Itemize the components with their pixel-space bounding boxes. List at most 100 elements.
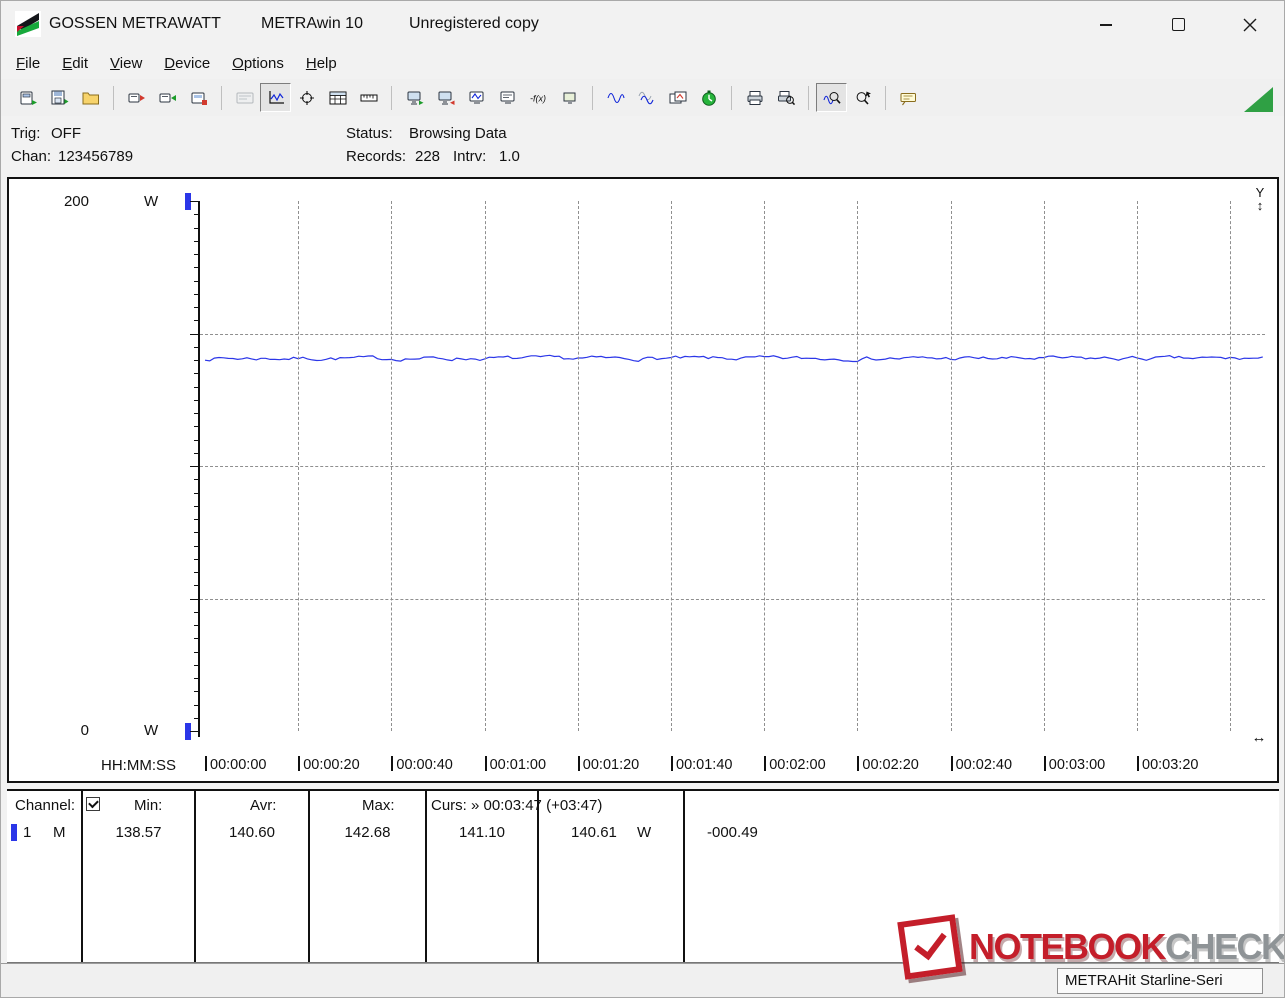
x-axis-tick-label: 00:02:00 [769,757,826,773]
chart-view-button[interactable] [260,83,291,112]
gridline-vertical [1137,201,1138,731]
chart-area[interactable]: 200 W 0 W HH:MM:SS Y ↕ ↔ 00:00:00 00:00:2… [7,177,1279,783]
y-axis-tick [194,545,198,547]
y-axis-tick [194,505,198,507]
table-divider [683,791,685,962]
x-axis-tick [205,756,207,771]
online-input-button[interactable] [430,83,461,112]
resize-corner-icon [1244,87,1273,112]
menu-device[interactable]: Device [153,50,221,77]
save-data-button[interactable] [44,83,75,112]
x-axis-tick [764,756,767,771]
y-max-label: 200 [63,193,89,210]
minimize-button[interactable] [1083,1,1129,48]
x-axis-tick [671,756,673,771]
online-chart-button[interactable] [461,83,492,112]
y-axis-tick [194,413,198,414]
col-header-channel: Channel: [15,797,76,814]
x-axis-tick-label: 00:02:40 [955,757,1013,773]
close-button[interactable] [1227,1,1273,48]
menu-help[interactable]: Help [295,50,348,77]
timer-button[interactable] [693,83,724,112]
y-axis-tick [190,598,198,600]
menu-options[interactable]: Options [221,50,295,77]
x-zoom-arrow-icon: ↔ [1251,729,1267,746]
y-axis-tick [194,360,198,361]
watermark-text: NOTEBOOKCHECK [969,929,1284,965]
online-output-button[interactable] [399,83,430,112]
y-axis-tick [194,704,198,706]
y-axis-tick [194,492,198,494]
menu-edit[interactable]: Edit [51,50,99,77]
table-divider [537,791,539,962]
col-header-max: Max: [362,797,395,814]
status-value: Browsing Data [409,125,507,142]
svg-text:-f(x): -f(x) [530,93,546,103]
y-axis-tick [194,585,198,587]
cursor-crosshair-button[interactable] [291,83,322,112]
table-view-button[interactable] [322,83,353,112]
channel-mode: M [53,824,66,841]
y-axis-tick [194,678,198,679]
print-button[interactable] [739,83,770,112]
table-divider [308,791,310,962]
y-axis-tick [194,280,198,282]
formula-button[interactable]: -f(x) [523,83,554,112]
send-to-device-button[interactable] [121,83,152,112]
compare-charts-button[interactable] [662,83,693,112]
status-label: Status: [346,125,393,142]
envelope-button[interactable] [631,83,662,112]
toolbar: -f(x) [1,79,1284,117]
y-axis-tick [194,386,198,388]
open-file-button[interactable] [75,83,106,112]
gridline-vertical [1230,201,1232,731]
title-bar: GOSSEN METRAWATT METRAwin 10 Unregistere… [1,1,1284,48]
table-divider [194,791,196,962]
menu-file[interactable]: File [5,50,51,77]
y-axis-tick [194,214,198,216]
monitor-small-button[interactable] [554,83,585,112]
live-unit: W [637,824,652,841]
x-axis-tick-label: 00:02:20 [862,757,919,773]
waveform-button[interactable] [600,83,631,112]
zoom-select-button[interactable] [847,83,878,112]
gridline-vertical [950,201,952,731]
table-divider [425,791,427,962]
maximize-button[interactable] [1155,1,1201,48]
x-axis-zoom-handle[interactable]: ↔ [1249,729,1269,746]
device-memory-button[interactable] [183,83,214,112]
y-axis-zoom-handle[interactable]: Y ↕ [1250,186,1270,212]
print-preview-button[interactable] [770,83,801,112]
gridline-horizontal [200,333,1265,335]
menu-view[interactable]: View [99,50,153,77]
live-value: 140.61 [571,824,617,841]
channel-number: 1 [23,824,32,841]
y-axis-tick [194,240,198,242]
notebookcheck-watermark: NOTEBOOKCHECK [897,914,1284,980]
col-header-min: Min: [134,797,163,814]
y-min-label: 0 [80,722,89,739]
chan-value: 123456789 [58,148,134,165]
program-title: METRAwin 10 [261,15,363,32]
power-trace-line [204,354,1263,363]
app-title: GOSSEN METRAWATT [49,15,221,32]
load-from-device-button[interactable] [13,83,44,112]
y-axis-tick [194,373,198,375]
zoom-chart-button[interactable] [816,83,847,112]
col-header-avr: Avr: [250,797,277,814]
monitor-view-button[interactable] [492,83,523,112]
y-zoom-arrow-icon: ↕ [1256,198,1264,213]
y-axis-tick [194,254,198,255]
y-axis-tick [194,227,198,229]
max-value: 142.68 [344,824,391,841]
y-axis-tick [194,651,198,653]
avr-value: 140.60 [229,824,275,841]
toolbar-separator [391,85,392,110]
check-icon [914,925,947,961]
multimeter-display-button[interactable] [229,83,260,112]
annotation-button[interactable] [893,83,924,112]
x-axis-tick-label: 00:03:00 [1048,757,1106,773]
channel-visibility-checkbox[interactable] [86,797,100,811]
receive-from-device-button[interactable] [152,83,183,112]
scale-view-button[interactable] [353,83,384,112]
